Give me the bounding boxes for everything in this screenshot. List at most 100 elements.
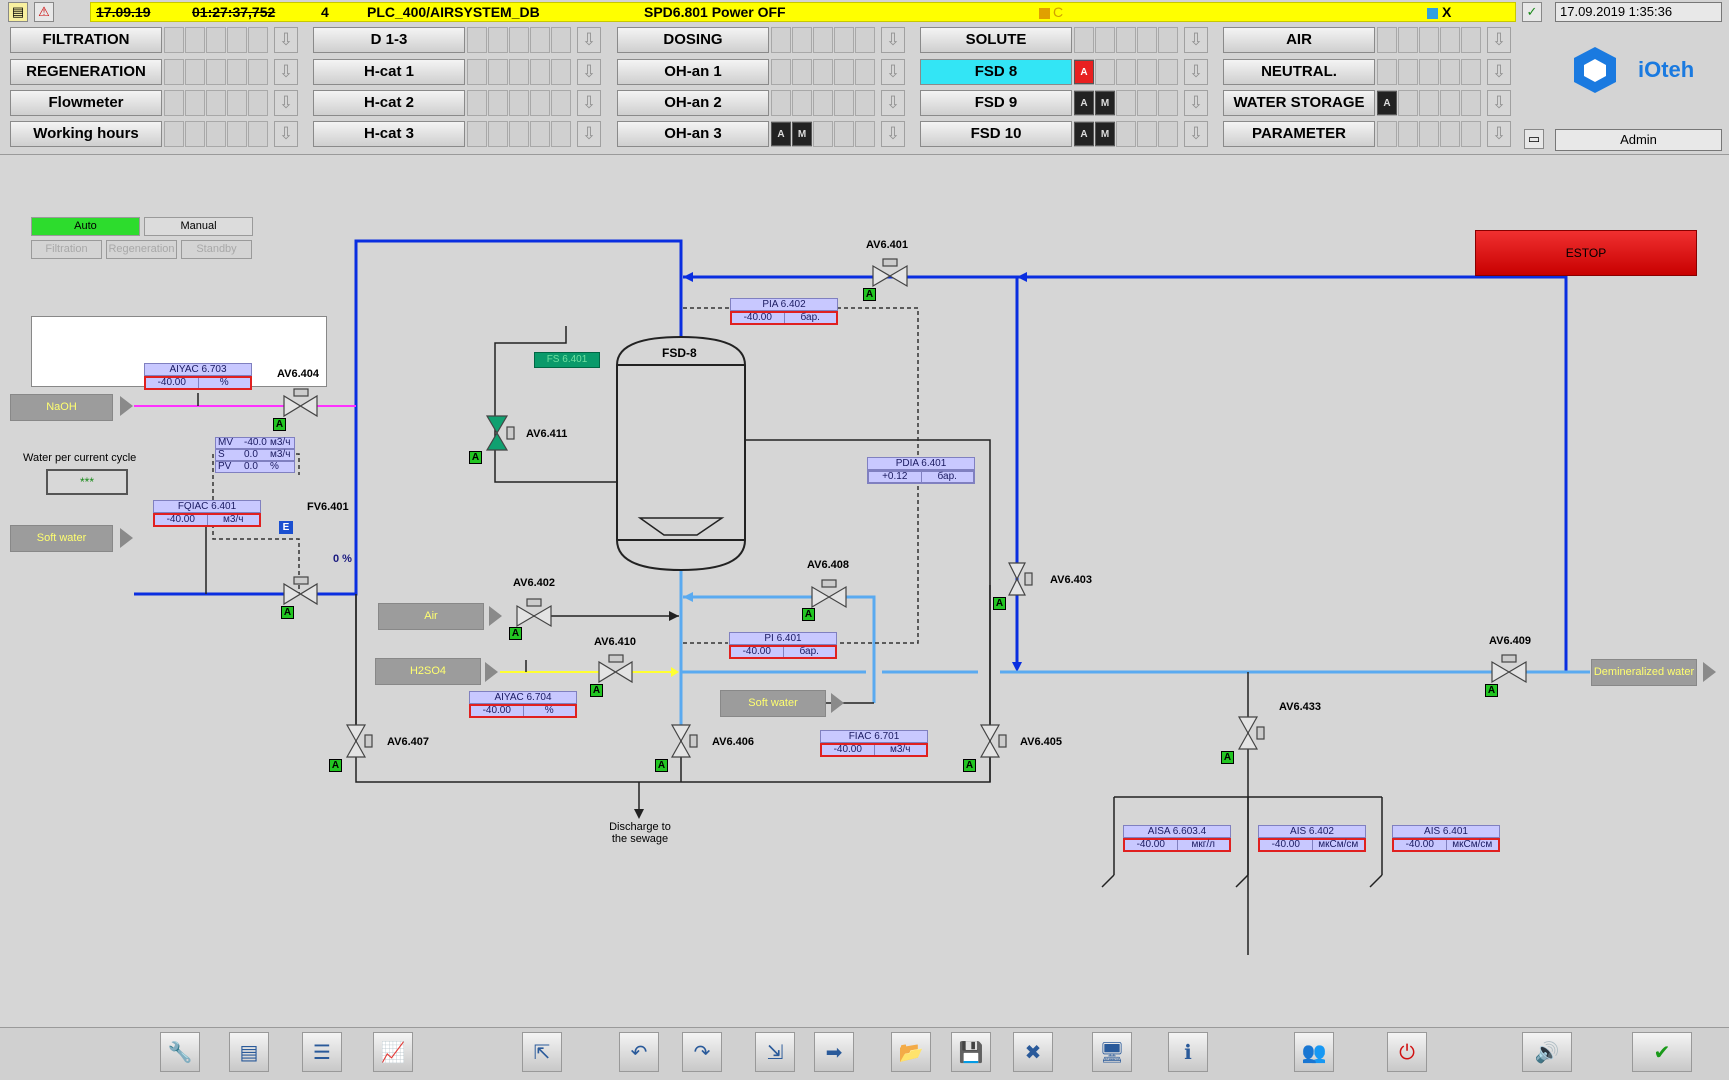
tools-button[interactable]: 🔧 [160, 1032, 200, 1072]
down-arrow-icon[interactable]: ⇩ [1487, 27, 1511, 53]
valve-av6403-label[interactable]: AV6.403 [1050, 574, 1092, 586]
indicator-fiac6701[interactable]: FIAC 6.701 -40.00 м3/ч [820, 730, 928, 757]
down-arrow-icon[interactable]: ⇩ [1487, 121, 1511, 147]
nav-button[interactable]: SOLUTE [920, 27, 1072, 53]
naoh-source[interactable]: NaOH [10, 394, 113, 421]
flow-switch-fs6401[interactable]: FS 6.401 [534, 352, 600, 368]
regeneration-mode-button[interactable]: Regeneration [106, 240, 177, 259]
down-arrow-icon[interactable]: ⇩ [577, 59, 601, 85]
monitor-button[interactable]: 🖥 [1092, 1032, 1132, 1072]
indicator-aisa66034[interactable]: AISA 6.603.4 -40.00 мкг/л [1123, 825, 1231, 852]
nav-button[interactable]: DOSING [617, 27, 769, 53]
valve-av6401-label[interactable]: AV6.401 [866, 239, 908, 251]
down-arrow-icon[interactable]: ⇩ [1184, 121, 1208, 147]
open-folder-button[interactable]: 📂 [891, 1032, 931, 1072]
nav-button[interactable]: D 1-3 [313, 27, 465, 53]
nav-button[interactable]: OH-an 2 [617, 90, 769, 116]
check-list-icon[interactable]: ✓ [1522, 2, 1542, 22]
down-arrow-icon[interactable]: ⇩ [881, 90, 905, 116]
valve-av6406-label[interactable]: AV6.406 [712, 736, 754, 748]
list-button[interactable]: ☰ [302, 1032, 342, 1072]
down-arrow-icon[interactable]: ⇩ [577, 121, 601, 147]
ack-all-button[interactable]: ✔ [1632, 1032, 1692, 1072]
sound-button[interactable]: 🔊 [1522, 1032, 1572, 1072]
power-button[interactable]: ⏻ [1387, 1032, 1427, 1072]
nav-button[interactable]: H-cat 3 [313, 121, 465, 147]
indicator-aiyac6703[interactable]: AIYAC 6.703 -40.00% [144, 363, 252, 390]
nav-button[interactable]: H-cat 2 [313, 90, 465, 116]
delete-button[interactable]: ✖ [1013, 1032, 1053, 1072]
nav-button[interactable]: H-cat 1 [313, 59, 465, 85]
down-arrow-icon[interactable]: ⇩ [274, 59, 298, 85]
h2so4-source[interactable]: H2SO4 [375, 658, 481, 685]
soft-water-source[interactable]: Soft water [10, 525, 113, 552]
indicator-ais6402[interactable]: AIS 6.402 -40.00 мкСм/см [1258, 825, 1366, 852]
down-arrow-icon[interactable]: ⇩ [881, 121, 905, 147]
down-arrow-icon[interactable]: ⇩ [577, 27, 601, 53]
down-arrow-icon[interactable]: ⇩ [881, 59, 905, 85]
nav-button[interactable]: Flowmeter [10, 90, 162, 116]
estop-button[interactable]: ESTOP [1475, 230, 1697, 276]
trend-button[interactable]: 📈 [373, 1032, 413, 1072]
indicator-pia6402[interactable]: PIA 6.402 -40.00 бар. [730, 298, 838, 325]
nav-button[interactable]: NEUTRAL. [1223, 59, 1375, 85]
manual-mode-button[interactable]: Manual [144, 217, 253, 236]
controller-faceplate[interactable]: MV -40.0 м3/ч S 0.0 м3/ч PV 0.0% [215, 437, 295, 473]
valve-av6402-label[interactable]: AV6.402 [513, 577, 555, 589]
down-arrow-icon[interactable]: ⇩ [1184, 27, 1208, 53]
valve-av6409-label[interactable]: AV6.409 [1489, 635, 1531, 647]
auto-mode-button[interactable]: Auto [31, 217, 140, 236]
valve-av6405-label[interactable]: AV6.405 [1020, 736, 1062, 748]
valve-av6411-label[interactable]: AV6.411 [526, 428, 567, 440]
down-arrow-icon[interactable]: ⇩ [274, 121, 298, 147]
down-arrow-icon[interactable]: ⇩ [577, 90, 601, 116]
down-arrow-icon[interactable]: ⇩ [1487, 59, 1511, 85]
valve-av6410-label[interactable]: AV6.410 [594, 636, 636, 648]
export-button[interactable]: ⇱ [522, 1032, 562, 1072]
nav-button[interactable]: OH-an 1 [617, 59, 769, 85]
nav-button[interactable]: Working hours [10, 121, 162, 147]
users-button[interactable]: 👥 [1294, 1032, 1334, 1072]
filtration-mode-button[interactable]: Filtration [31, 240, 102, 259]
notes-button[interactable]: ▤ [229, 1032, 269, 1072]
nav-button[interactable]: FSD 9 [920, 90, 1072, 116]
valve-av6404-label[interactable]: AV6.404 [277, 368, 319, 380]
valve-fv6401-label[interactable]: FV6.401 [307, 501, 349, 513]
indicator-pi6401[interactable]: PI 6.401 -40.00 бар. [729, 632, 837, 659]
air-source[interactable]: Air [378, 603, 484, 630]
down-arrow-icon[interactable]: ⇩ [274, 90, 298, 116]
standby-mode-button[interactable]: Standby [181, 240, 252, 259]
save-button[interactable]: 💾 [951, 1032, 991, 1072]
nav-button[interactable]: REGENERATION [10, 59, 162, 85]
nav-button[interactable]: OH-an 3 [617, 121, 769, 147]
soft-water-2-source[interactable]: Soft water [720, 690, 826, 717]
indicator-fqiac6401[interactable]: FQIAC 6.401 -40.00 м3/ч [153, 500, 261, 527]
down-arrow-icon[interactable]: ⇩ [1184, 90, 1208, 116]
undo-button[interactable]: ↶ [619, 1032, 659, 1072]
indicator-aiyac6704[interactable]: AIYAC 6.704 -40.00% [469, 691, 577, 718]
nav-button[interactable]: FSD 10 [920, 121, 1072, 147]
nav-button[interactable]: FILTRATION [10, 27, 162, 53]
valve-av6433-label[interactable]: AV6.433 [1279, 701, 1321, 713]
forward-button[interactable]: ➡ [814, 1032, 854, 1072]
down-arrow-icon[interactable]: ⇩ [881, 27, 905, 53]
demin-water-dest[interactable]: Demineralized water [1591, 659, 1697, 686]
info-button[interactable]: ℹ [1168, 1032, 1208, 1072]
alarm-line[interactable]: 17.09.19 01:27:37,752 4 PLC_400/AIRSYSTE… [90, 2, 1516, 22]
screen-icon[interactable]: ▭ [1524, 129, 1544, 149]
nav-button[interactable]: PARAMETER [1223, 121, 1375, 147]
notepad-icon[interactable]: ▤ [8, 2, 28, 22]
nav-button[interactable]: FSD 8 [920, 59, 1072, 85]
down-arrow-icon[interactable]: ⇩ [274, 27, 298, 53]
indicator-ais6401[interactable]: AIS 6.401 -40.00 мкСм/см [1392, 825, 1500, 852]
nav-button[interactable]: AIR [1223, 27, 1375, 53]
alarm-ack[interactable]: X [1427, 4, 1451, 20]
valve-av6407-label[interactable]: AV6.407 [387, 736, 429, 748]
down-arrow-icon[interactable]: ⇩ [1487, 90, 1511, 116]
valve-av6408-label[interactable]: AV6.408 [807, 559, 849, 571]
indicator-pdia6401[interactable]: PDIA 6.401 +0.12 бар. [867, 457, 975, 484]
import-button[interactable]: ⇲ [755, 1032, 795, 1072]
redo-button[interactable]: ↷ [682, 1032, 722, 1072]
alarm-warning-icon[interactable]: ⚠ [34, 2, 54, 22]
down-arrow-icon[interactable]: ⇩ [1184, 59, 1208, 85]
